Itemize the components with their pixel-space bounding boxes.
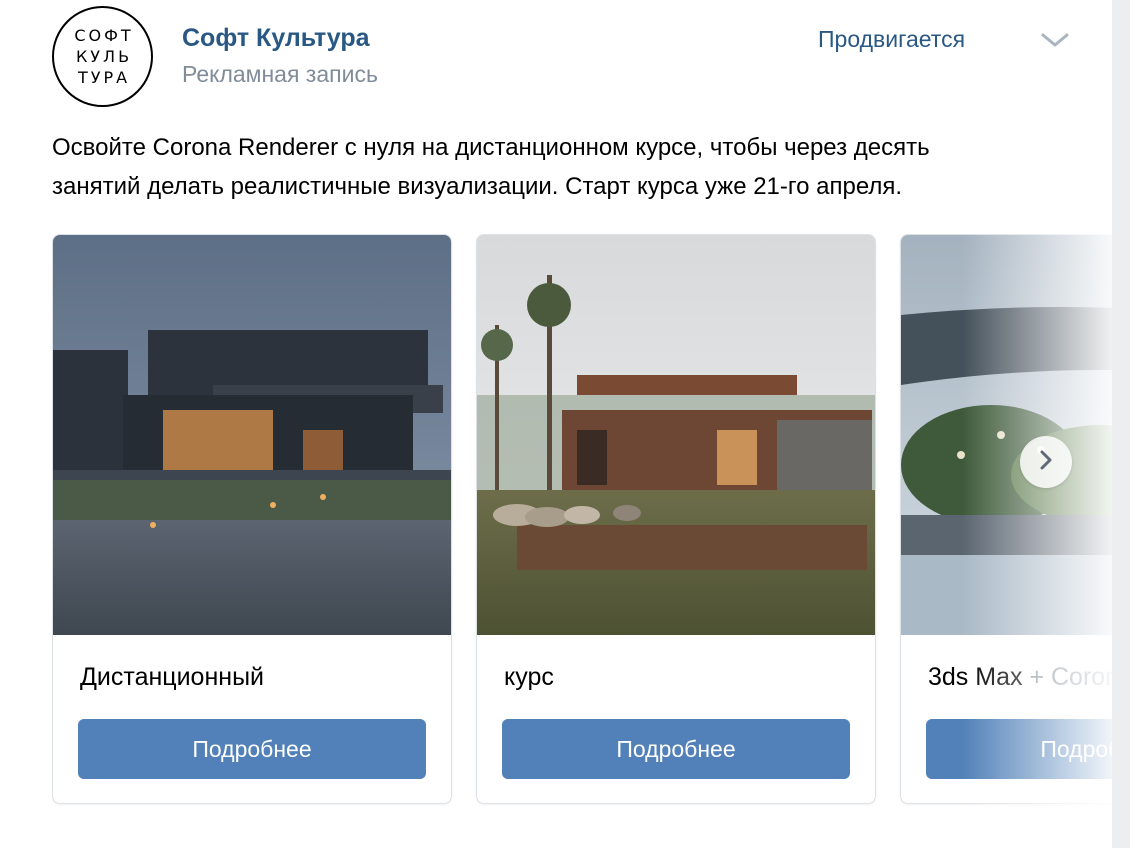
card-1-photo-dark-house[interactable] <box>53 235 451 635</box>
carousel-card-2[interactable]: курс Подробнее <box>476 234 876 804</box>
card-2-title: курс <box>504 663 554 691</box>
card-2-photo-forest-house[interactable] <box>477 235 875 635</box>
ad-carousel: Дистанционный Подробнее курс Подробнее 3… <box>52 234 1112 806</box>
post-text-line-1: Освойте Corona Renderer с нуля на дистан… <box>52 134 930 161</box>
card-3-title: 3ds Max + Corona <box>928 663 1112 692</box>
community-name-link[interactable]: Софт Культура <box>182 24 370 53</box>
avatar-logo-line-3: ТУРА <box>77 68 131 87</box>
avatar-logo-line-2: КУЛЬ <box>75 47 133 66</box>
card-3-more-button[interactable]: Подробнее <box>926 719 1112 779</box>
card-3-photo-garden[interactable] <box>901 235 1112 635</box>
card-1-title: Дистанционный <box>80 663 265 691</box>
community-avatar[interactable]: СОФТ КУЛЬ ТУРА <box>52 6 153 107</box>
ad-post: СОФТ КУЛЬ ТУРА Софт Культура Рекламная з… <box>0 0 1112 848</box>
avatar-logo-line-1: СОФТ <box>74 26 134 45</box>
carousel-next-button[interactable] <box>1020 436 1072 488</box>
card-1-more-button[interactable]: Подробнее <box>78 719 426 779</box>
card-3-title-part-a: 3ds Max <box>928 663 1023 691</box>
card-2-more-button[interactable]: Подробнее <box>502 719 850 779</box>
chevron-down-icon[interactable] <box>1040 30 1070 50</box>
ad-label: Рекламная запись <box>182 61 378 87</box>
post-text-line-2: занятий делать реалистичные визуализации… <box>52 173 903 200</box>
promoted-link[interactable]: Продвигается <box>818 26 965 53</box>
card-3-title-part-b: Corona <box>1051 663 1112 691</box>
post-text: Освойте Corona Renderer с нуля на дистан… <box>52 128 1102 206</box>
chevron-right-icon <box>1036 449 1056 476</box>
carousel-card-3[interactable]: 3ds Max + Corona Подробнее <box>900 234 1112 804</box>
card-3-title-plus: + <box>1029 663 1045 691</box>
carousel-card-1[interactable]: Дистанционный Подробнее <box>52 234 452 804</box>
